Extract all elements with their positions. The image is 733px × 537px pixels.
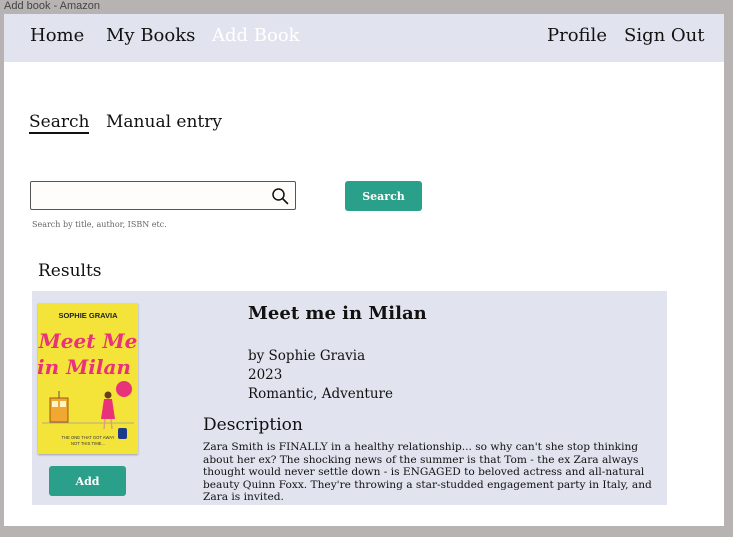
search-hint: Search by title, author, ISBN etc.	[32, 220, 167, 229]
window-title: Add book - Amazon	[4, 0, 101, 12]
nav-sign-out[interactable]: Sign Out	[624, 25, 705, 46]
add-book-button[interactable]: Add	[49, 466, 126, 496]
result-card: SOPHIE GRAVIA Meet Me in Milan THE ONE T…	[32, 291, 667, 505]
book-cover-image: SOPHIE GRAVIA Meet Me in Milan THE ONE T…	[38, 303, 138, 454]
description-heading: Description	[203, 415, 303, 435]
book-meta: by Sophie Gravia 2023 Romantic, Adventur…	[248, 347, 393, 404]
results-heading: Results	[38, 261, 102, 281]
cover-tagline-line2: NOT THIS TIME...	[71, 441, 105, 446]
tab-manual-entry[interactable]: Manual entry	[106, 112, 222, 132]
search-button[interactable]: Search	[345, 181, 422, 211]
cover-title-line1: Meet Me	[38, 329, 137, 353]
description-text: Zara Smith is FINALLY in a healthy relat…	[203, 441, 652, 503]
cover-badge	[116, 381, 132, 397]
nav-add-book[interactable]: Add Book	[212, 25, 300, 46]
book-genres: Romantic, Adventure	[248, 386, 393, 402]
nav-home[interactable]: Home	[30, 25, 84, 46]
book-title: Meet me in Milan	[248, 303, 427, 324]
nav-my-books[interactable]: My Books	[106, 25, 195, 46]
cover-title-line2: in Milan	[38, 355, 131, 379]
search-input[interactable]	[35, 185, 267, 208]
book-year: 2023	[248, 367, 283, 383]
cover-tagline-line1: THE ONE THAT GOT AWAY	[61, 435, 114, 440]
search-field[interactable]	[30, 181, 296, 210]
app-window: Home My Books Add Book Profile Sign Out …	[4, 14, 724, 526]
book-author: by Sophie Gravia	[248, 348, 366, 364]
nav-profile[interactable]: Profile	[547, 25, 607, 46]
top-navbar: Home My Books Add Book Profile Sign Out	[4, 14, 724, 62]
tab-search[interactable]: Search	[29, 112, 90, 134]
cover-author: SOPHIE GRAVIA	[58, 311, 118, 320]
search-icon[interactable]	[271, 187, 289, 205]
